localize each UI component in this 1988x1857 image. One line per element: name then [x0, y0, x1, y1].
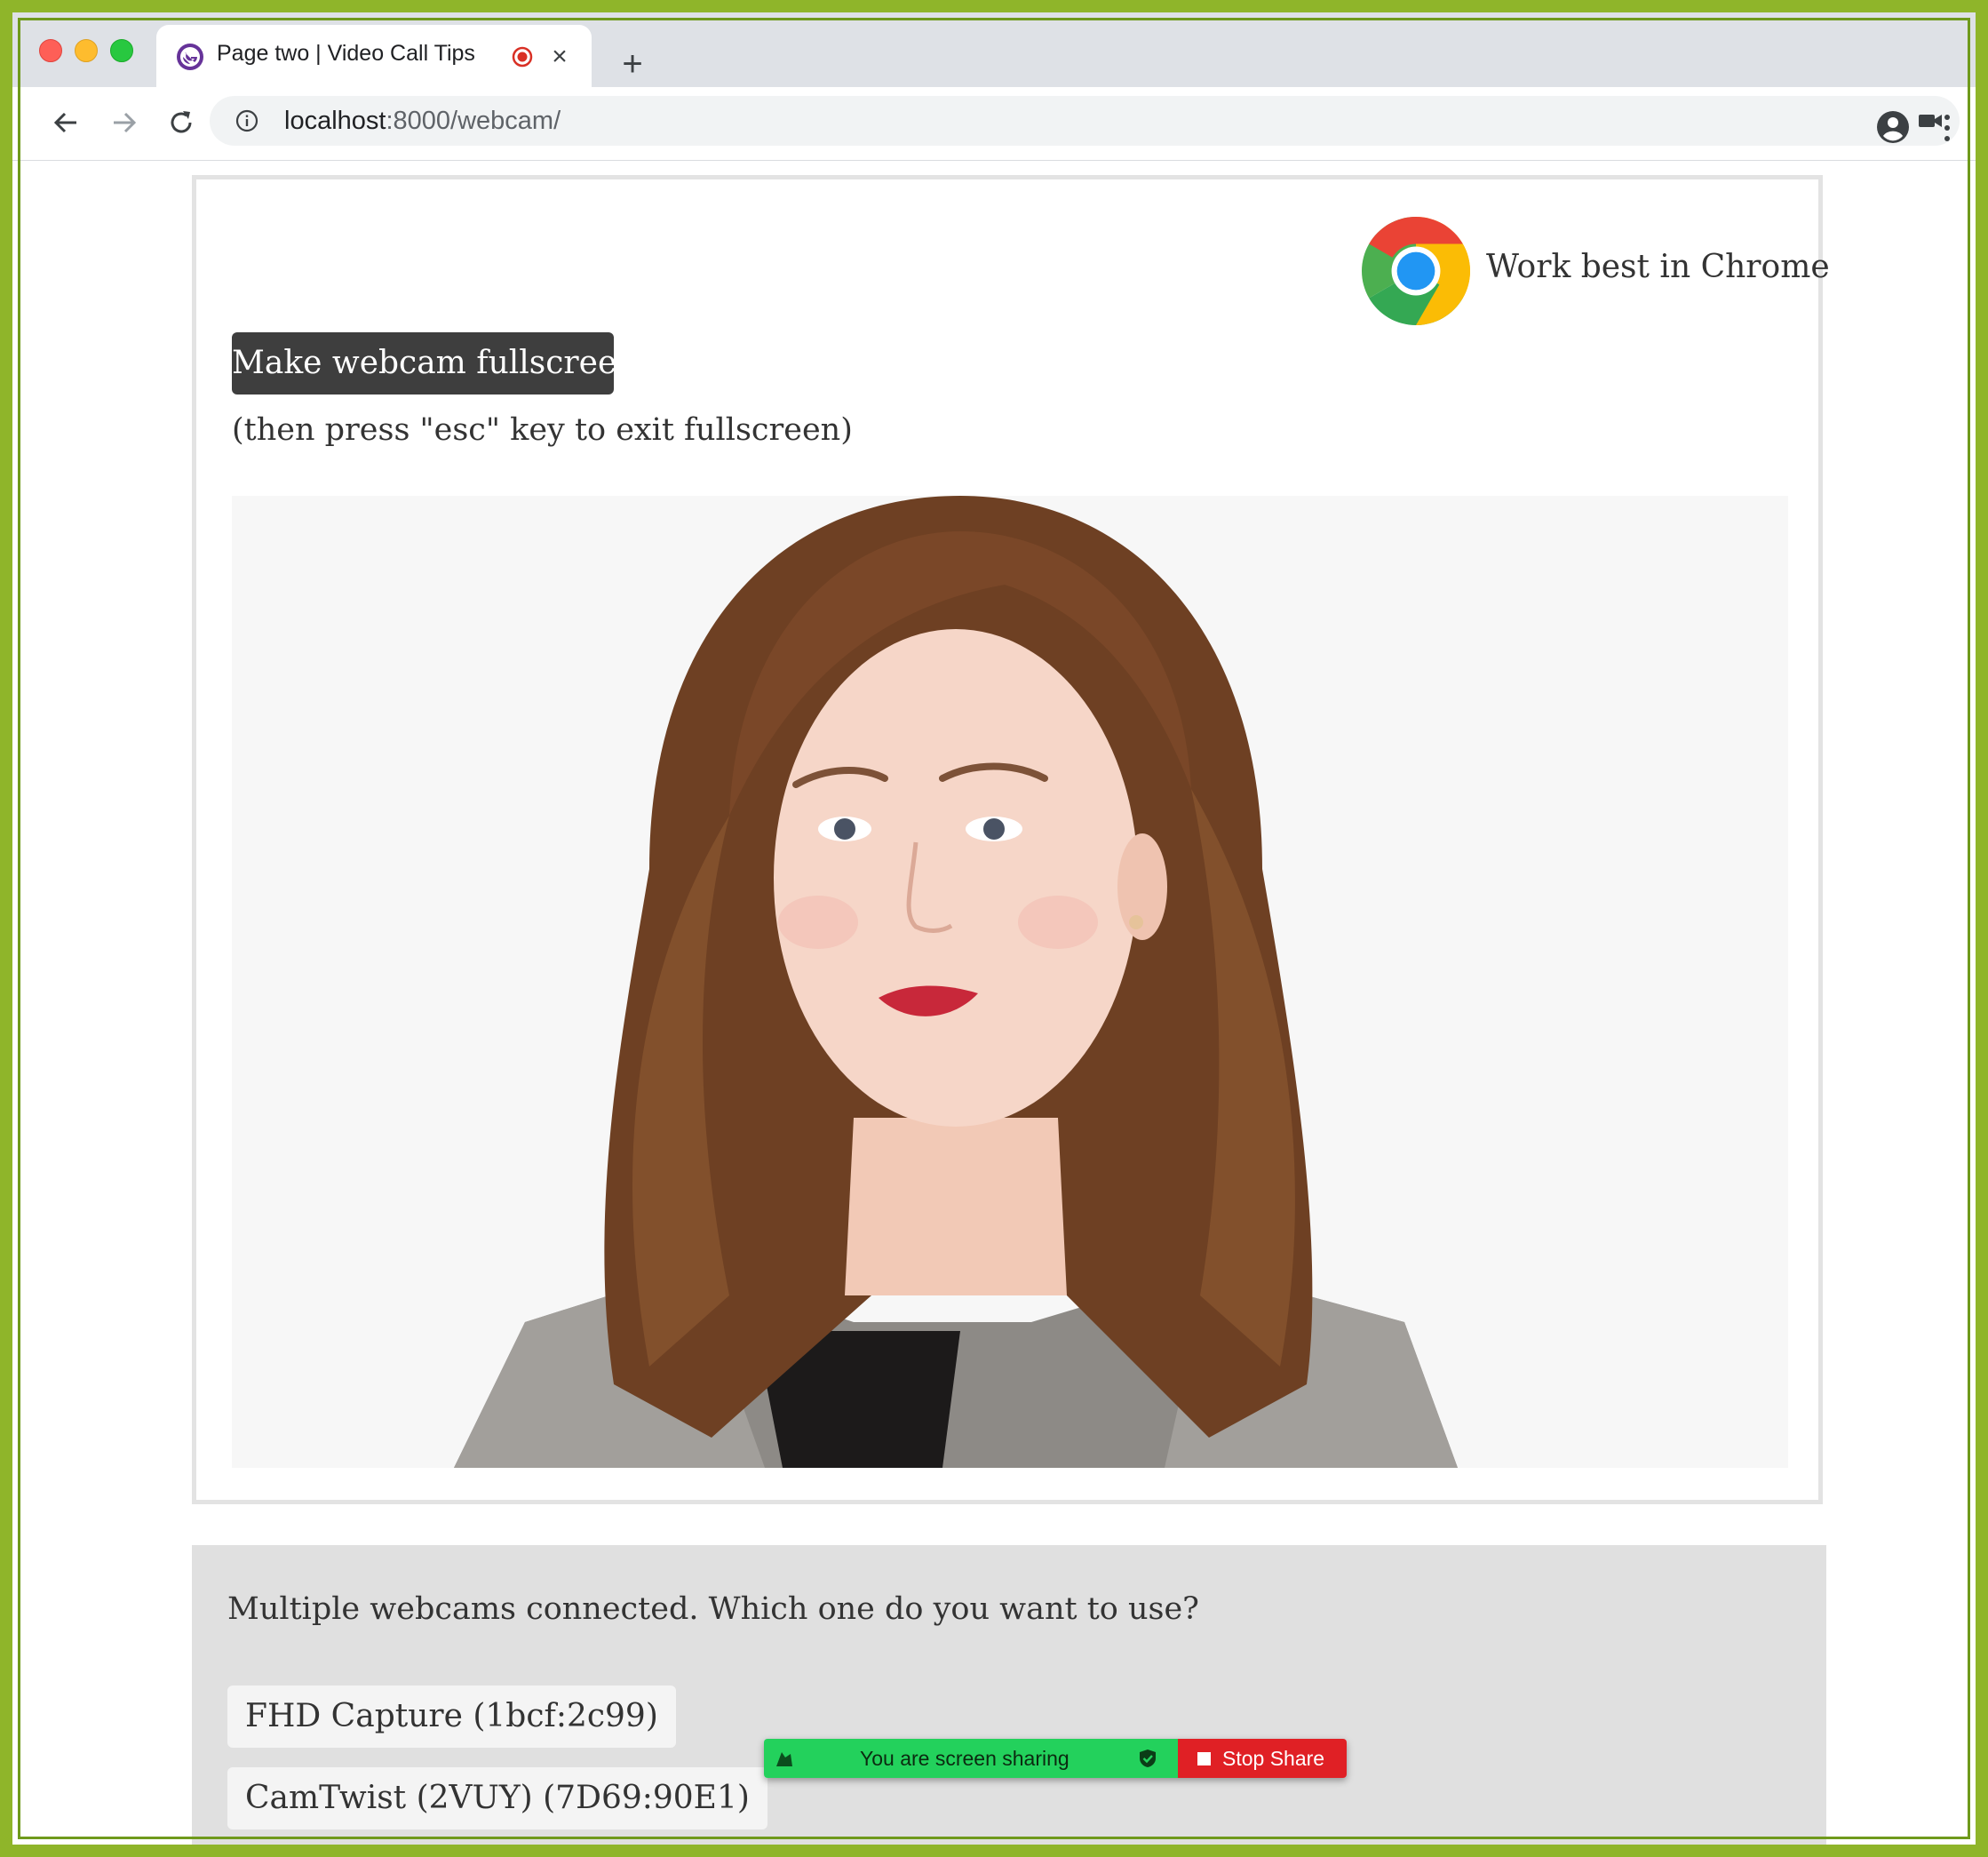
- back-arrow-icon[interactable]: [48, 105, 83, 140]
- url-host: localhost: [284, 107, 386, 135]
- drag-handle-icon[interactable]: [773, 1747, 796, 1770]
- webcam-person-image: [232, 496, 1788, 1468]
- url-text[interactable]: localhost:8000/webcam/: [284, 107, 561, 136]
- recording-icon: [512, 46, 533, 68]
- info-icon[interactable]: [235, 108, 259, 133]
- shield-check-icon: [1140, 1749, 1156, 1767]
- camera-question: Multiple webcams connected. Which one do…: [227, 1591, 1199, 1627]
- stop-share-label: Stop Share: [1222, 1747, 1325, 1770]
- webcam-video[interactable]: [232, 496, 1788, 1468]
- screen-share-status-text: You are screen sharing: [860, 1747, 1070, 1770]
- chrome-logo-icon: [1362, 217, 1470, 325]
- chrome-recommendation: Work best in Chrome: [1486, 249, 1830, 285]
- camera-option-partial[interactable]: [227, 1849, 592, 1857]
- stop-share-button[interactable]: Stop Share: [1178, 1739, 1347, 1778]
- forward-arrow-icon[interactable]: [107, 105, 142, 140]
- close-window-button[interactable]: [39, 39, 62, 62]
- camera-selection-panel: Multiple webcams connected. Which one do…: [192, 1545, 1826, 1857]
- kebab-menu-icon[interactable]: [1938, 110, 1956, 146]
- close-icon[interactable]: ×: [547, 44, 572, 70]
- reload-icon[interactable]: [163, 105, 199, 140]
- tab-title: Page two | Video Call Tips: [217, 41, 475, 66]
- screen-share-status[interactable]: You are screen sharing: [764, 1739, 1178, 1778]
- maximize-window-button[interactable]: [110, 39, 133, 62]
- plus-icon[interactable]: +: [616, 46, 648, 82]
- minimize-window-button[interactable]: [75, 39, 98, 62]
- gatsby-favicon-icon: [177, 44, 203, 70]
- fullscreen-hint: (then press "esc" key to exit fullscreen…: [232, 412, 853, 448]
- page-content: Work best in Chrome Make webcam fullscre…: [12, 161, 1976, 1845]
- profile-icon[interactable]: [1876, 110, 1910, 144]
- tab-strip: Page two | Video Call Tips × +: [12, 12, 1976, 87]
- stop-icon: [1197, 1752, 1211, 1765]
- url-path: :8000/webcam/: [386, 107, 561, 135]
- address-bar[interactable]: localhost:8000/webcam/: [210, 96, 1960, 146]
- fullscreen-button[interactable]: Make webcam fullscreen: [232, 332, 637, 395]
- screen-share-bar: You are screen sharing Stop Share: [764, 1739, 1347, 1778]
- browser-toolbar: localhost:8000/webcam/: [12, 87, 1976, 161]
- browser-window: Page two | Video Call Tips × + localhost…: [0, 0, 1988, 1857]
- tab-active[interactable]: Page two | Video Call Tips ×: [156, 25, 592, 87]
- camera-option-camtwist[interactable]: CamTwist (2VUY) (7D69:90E1): [227, 1767, 767, 1829]
- camera-option-fhd-capture[interactable]: FHD Capture (1bcf:2c99): [227, 1686, 676, 1748]
- webcam-card: Work best in Chrome Make webcam fullscre…: [192, 175, 1830, 1504]
